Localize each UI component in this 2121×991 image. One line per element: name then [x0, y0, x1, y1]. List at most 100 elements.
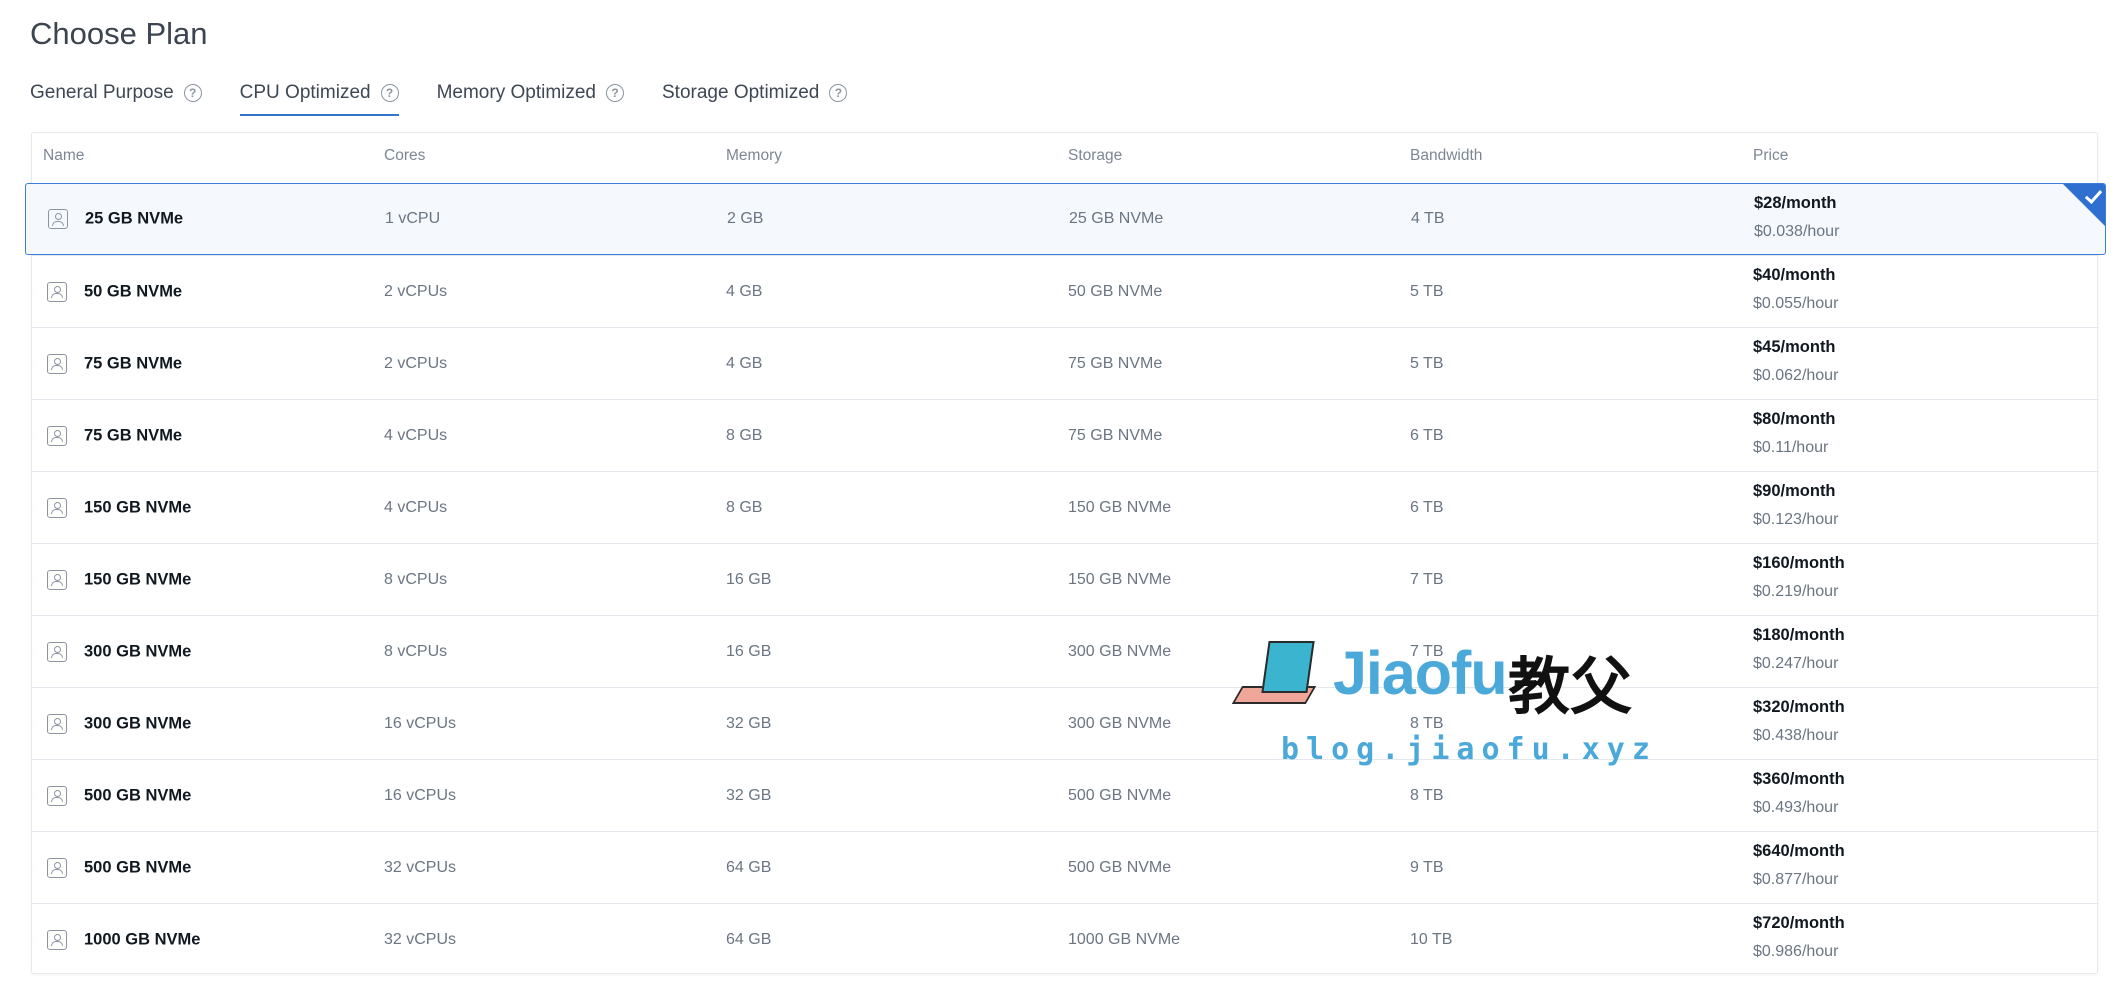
- plan-storage: 500 GB NVMe: [1068, 858, 1172, 876]
- plan-name: 500 GB NVMe: [84, 858, 192, 876]
- plan-name: 50 GB NVMe: [84, 282, 183, 300]
- question-circle-icon[interactable]: ?: [606, 84, 624, 102]
- plan-memory: 4 GB: [726, 282, 763, 300]
- price-hour: $0.986/hour: [1753, 943, 1839, 960]
- tab-label: Memory Optimized: [436, 82, 596, 103]
- tab-cpu-optimized[interactable]: CPU Optimized ?: [239, 80, 399, 116]
- plan-memory: 32 GB: [726, 786, 772, 804]
- plan-bandwidth: 10 TB: [1410, 930, 1453, 948]
- plan-memory: 16 GB: [726, 642, 772, 660]
- plan-storage: 25 GB NVMe: [1069, 210, 1164, 227]
- price-month: $180/month: [1753, 626, 1845, 644]
- question-circle-icon[interactable]: ?: [183, 84, 202, 102]
- plan-row[interactable]: 500 GB NVMe 32 vCPUs 64 GB 500 GB NVMe 9 TB $…: [32, 831, 2099, 903]
- plan-memory: 2 GB: [727, 210, 764, 227]
- server-plan-icon: [47, 857, 67, 878]
- tab-storage-optimized[interactable]: Storage Optimized ?: [662, 80, 848, 116]
- tab-memory-optimized[interactable]: Memory Optimized ?: [437, 80, 624, 116]
- plan-storage: 1000 GB NVMe: [1068, 930, 1181, 948]
- price-month: $720/month: [1753, 914, 1845, 932]
- tab-label: Storage Optimized: [662, 82, 820, 103]
- plan-row[interactable]: 75 GB NVMe 4 vCPUs 8 GB 75 GB NVMe 6 TB $80/m…: [32, 399, 2099, 471]
- plan-name: 300 GB NVMe: [84, 714, 192, 732]
- price-month: $45/month: [1753, 338, 1836, 356]
- plan-name: 500 GB NVMe: [84, 786, 192, 804]
- price-hour: $0.062/hour: [1753, 367, 1839, 384]
- plan-bandwidth: 8 TB: [1410, 786, 1444, 804]
- page-title: Choose Plan: [30, 16, 208, 51]
- plan-memory: 4 GB: [726, 354, 763, 372]
- plan-row[interactable]: 500 GB NVMe 16 vCPUs 32 GB 500 GB NVMe 8 TB $…: [32, 759, 2099, 831]
- price-month: $160/month: [1753, 554, 1845, 572]
- price-month: $360/month: [1753, 770, 1845, 788]
- plan-bandwidth: 7 TB: [1410, 642, 1444, 660]
- price-month: $640/month: [1753, 842, 1845, 860]
- plan-price: $45/month $0.062/hour: [1753, 337, 1838, 386]
- plan-name: 1000 GB NVMe: [84, 930, 201, 948]
- server-plan-icon: [48, 209, 68, 229]
- plan-name: 300 GB NVMe: [84, 642, 192, 660]
- column-header-memory: Memory: [726, 147, 782, 164]
- price-month: $28/month: [1754, 194, 1837, 212]
- price-hour: $0.247/hour: [1753, 655, 1839, 672]
- plan-storage: 150 GB NVMe: [1068, 570, 1172, 588]
- question-circle-icon[interactable]: ?: [380, 84, 399, 102]
- plan-cores: 16 vCPUs: [384, 714, 457, 732]
- plan-storage: 300 GB NVMe: [1068, 714, 1172, 732]
- plan-row[interactable]: 150 GB NVMe 4 vCPUs 8 GB 150 GB NVMe 6 TB $90…: [32, 471, 2099, 543]
- plan-cores: 16 vCPUs: [384, 786, 457, 804]
- plan-cores: 2 vCPUs: [384, 354, 448, 372]
- plan-bandwidth: 7 TB: [1410, 570, 1444, 588]
- plan-cores: 4 vCPUs: [384, 426, 448, 444]
- plan-price: $90/month $0.123/hour: [1753, 481, 1838, 530]
- plan-name: 150 GB NVMe: [84, 570, 192, 588]
- server-plan-icon: [47, 497, 67, 518]
- price-month: $320/month: [1753, 698, 1845, 716]
- plan-price: $28/month $0.038/hour: [1754, 193, 1839, 242]
- column-header-price: Price: [1753, 147, 1789, 164]
- plan-memory: 16 GB: [726, 570, 772, 588]
- tab-general-purpose[interactable]: General Purpose ?: [30, 80, 202, 116]
- column-header-cores: Cores: [384, 147, 426, 164]
- plan-row[interactable]: 150 GB NVMe 8 vCPUs 16 GB 150 GB NVMe 7 TB $1…: [32, 543, 2099, 615]
- plan-storage: 500 GB NVMe: [1068, 786, 1172, 804]
- plan-row[interactable]: 300 GB NVMe 16 vCPUs 32 GB 300 GB NVMe 8 TB $…: [32, 687, 2099, 759]
- server-plan-icon: [47, 641, 67, 662]
- plan-cores: 32 vCPUs: [384, 858, 457, 876]
- plan-cores: 4 vCPUs: [384, 498, 448, 516]
- price-hour: $0.123/hour: [1753, 511, 1839, 528]
- plan-category-tabs: General Purpose ? CPU Optimized ? Memory…: [30, 80, 885, 116]
- plan-row[interactable]: 50 GB NVMe 2 vCPUs 4 GB 50 GB NVMe 5 TB $40/m…: [32, 255, 2099, 327]
- plan-storage: 75 GB NVMe: [1068, 354, 1163, 372]
- plan-bandwidth: 6 TB: [1410, 498, 1444, 516]
- plan-memory: 64 GB: [726, 930, 772, 948]
- plan-storage: 150 GB NVMe: [1068, 498, 1172, 516]
- plan-row[interactable]: 75 GB NVMe 2 vCPUs 4 GB 75 GB NVMe 5 TB $45/m…: [32, 327, 2099, 399]
- price-month: $90/month: [1753, 482, 1836, 500]
- plan-bandwidth: 6 TB: [1410, 426, 1444, 444]
- plan-price: $640/month $0.877/hour: [1753, 841, 1845, 890]
- plan-name: 25 GB NVMe: [85, 209, 184, 228]
- server-plan-icon: [47, 569, 67, 590]
- plan-bandwidth: 5 TB: [1410, 282, 1444, 300]
- plan-row[interactable]: 1000 GB NVMe 32 vCPUs 64 GB 1000 GB NVMe 10 …: [32, 903, 2099, 975]
- price-hour: $0.493/hour: [1753, 799, 1839, 816]
- plan-bandwidth: 5 TB: [1410, 354, 1444, 372]
- price-month: $40/month: [1753, 266, 1836, 284]
- plan-name: 150 GB NVMe: [84, 498, 192, 516]
- plan-price: $80/month $0.11/hour: [1753, 409, 1836, 458]
- table-header: Name Cores Memory Storage Bandwidth Pric…: [32, 133, 2097, 183]
- column-header-storage: Storage: [1068, 147, 1123, 164]
- price-month: $80/month: [1753, 410, 1836, 428]
- plan-name: 75 GB NVMe: [84, 354, 183, 372]
- plan-row[interactable]: 25 GB NVMe 1 vCPU 2 GB 25 GB NVMe 4 TB $28/mo…: [25, 183, 2106, 255]
- plan-name: 75 GB NVMe: [84, 426, 183, 444]
- plan-cores: 2 vCPUs: [384, 282, 448, 300]
- plan-bandwidth: 8 TB: [1410, 714, 1444, 732]
- price-hour: $0.11/hour: [1753, 439, 1829, 456]
- question-circle-icon[interactable]: ?: [829, 84, 848, 102]
- plan-price: $320/month $0.438/hour: [1753, 697, 1845, 746]
- plan-row[interactable]: 300 GB NVMe 8 vCPUs 16 GB 300 GB NVMe 7 TB $1…: [32, 615, 2099, 687]
- plan-price: $360/month $0.493/hour: [1753, 769, 1845, 818]
- plan-price: $40/month $0.055/hour: [1753, 265, 1838, 314]
